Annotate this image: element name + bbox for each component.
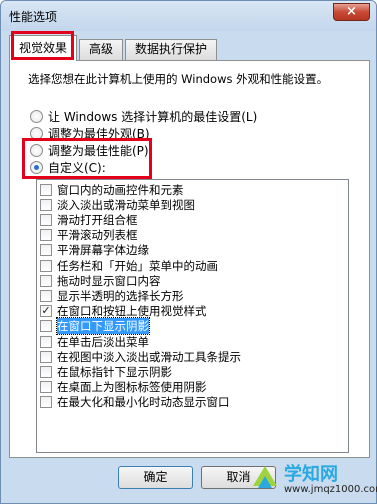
option-label: 窗口内的动画控件和元素 (57, 182, 184, 197)
tab-advanced[interactable]: 高级 (79, 39, 123, 60)
tab-strip: 视觉效果 高级 数据执行保护 (9, 35, 370, 61)
checkbox[interactable]: ✓ (40, 305, 52, 318)
radio-option[interactable]: 调整为最佳外观(B) (30, 124, 150, 142)
list-item[interactable]: 淡入淡出或滑动菜单到视图 (40, 197, 195, 212)
radio-option[interactable]: 自定义(C): (30, 158, 106, 176)
performance-options-dialog: 性能选项 × 视觉效果 高级 数据执行保护 选择您想在此计算机上使用的 Wind… (0, 0, 377, 504)
radio-button[interactable] (30, 126, 43, 140)
radio-option[interactable]: 让 Windows 选择计算机的最佳设置(L) (30, 107, 257, 125)
list-item[interactable]: 在最大化和最小化时动态显示窗口 (40, 395, 230, 410)
option-label: 在窗口下显示阴影 (56, 317, 150, 336)
ok-button[interactable]: 确定 (118, 466, 193, 489)
watermark-name: 学知网 (284, 464, 338, 485)
checkbox[interactable] (40, 381, 52, 394)
option-label: 拖动时显示窗口内容 (57, 273, 161, 288)
list-item[interactable]: 滑动打开组合框 (40, 212, 138, 227)
option-label: 在桌面上为图标标签使用阴影 (57, 380, 207, 395)
list-item[interactable]: 在单击后淡出菜单 (40, 334, 149, 349)
checkbox[interactable] (40, 229, 52, 242)
radio-button[interactable] (30, 109, 43, 123)
tab-data-execution-prevention[interactable]: 数据执行保护 (125, 39, 217, 60)
list-item[interactable]: 拖动时显示窗口内容 (40, 273, 161, 288)
list-item[interactable]: 窗口内的动画控件和元素 (40, 182, 184, 197)
checkbox[interactable] (40, 289, 52, 302)
option-label: 平滑滚动列表框 (57, 228, 138, 243)
radio-button[interactable] (30, 160, 43, 174)
option-label: 滑动打开组合框 (57, 212, 138, 227)
checkbox[interactable] (40, 183, 52, 196)
window-title: 性能选项 (9, 10, 58, 24)
option-label: 在鼠标指针下显示阴影 (57, 364, 172, 379)
checkbox[interactable] (40, 274, 52, 287)
option-label: 淡入淡出或滑动菜单到视图 (57, 197, 195, 212)
checkbox[interactable] (40, 213, 52, 226)
list-item[interactable]: 在鼠标指针下显示阴影 (40, 364, 172, 379)
panel-description: 选择您想在此计算机上使用的 Windows 外观和性能设置。 (28, 72, 329, 86)
close-button[interactable]: × (333, 3, 370, 21)
checkbox[interactable] (40, 244, 52, 257)
checkbox[interactable] (40, 320, 52, 333)
radio-label: 自定义(C): (48, 160, 106, 175)
radio-label: 调整为最佳性能(P) (48, 143, 149, 158)
list-item[interactable]: 平滑滚动列表框 (40, 228, 138, 243)
option-label: 在窗口和按钮上使用视觉样式 (57, 304, 207, 319)
list-item[interactable]: 任务栏和「开始」菜单中的动画 (40, 258, 218, 273)
visual-effects-panel: 选择您想在此计算机上使用的 Windows 外观和性能设置。 让 Windows… (9, 60, 370, 458)
checkbox[interactable] (40, 350, 52, 363)
radio-option[interactable]: 调整为最佳性能(P) (30, 141, 149, 159)
watermark-logo-icon (253, 466, 277, 488)
checkbox[interactable] (40, 335, 52, 348)
list-item[interactable]: 在视图中淡入淡出或滑动工具条提示 (40, 349, 241, 364)
list-item[interactable]: 显示半透明的选择长方形 (40, 288, 184, 303)
option-label: 平滑屏幕字体边缘 (57, 243, 149, 258)
watermark-url: www.jmqz1000.com (284, 484, 377, 495)
tab-visual-effects[interactable]: 视觉效果 (9, 35, 77, 61)
visual-effects-list[interactable]: 窗口内的动画控件和元素 淡入淡出或滑动菜单到视图 滑动打开组合框 平滑滚动列表框 平滑屏… (36, 179, 349, 453)
list-item[interactable]: 平滑屏幕字体边缘 (40, 243, 149, 258)
option-label: 任务栏和「开始」菜单中的动画 (57, 258, 218, 273)
option-label: 在单击后淡出菜单 (57, 334, 149, 349)
radio-button[interactable] (30, 143, 43, 157)
checkbox[interactable] (40, 259, 52, 272)
checkbox[interactable] (40, 396, 52, 409)
title-bar[interactable]: 性能选项 × (1, 1, 376, 31)
list-item[interactable]: ✓ 在窗口和按钮上使用视觉样式 (40, 304, 207, 319)
watermark: 学知网 www.jmqz1000.com (248, 460, 377, 500)
radio-label: 让 Windows 选择计算机的最佳设置(L) (48, 109, 258, 124)
list-item[interactable]: 在窗口下显示阴影 (40, 317, 150, 336)
list-item[interactable]: 在桌面上为图标标签使用阴影 (40, 380, 207, 395)
checkbox[interactable] (40, 198, 52, 211)
radio-label: 调整为最佳外观(B) (48, 126, 150, 141)
option-label: 在最大化和最小化时动态显示窗口 (57, 395, 230, 410)
checkbox[interactable] (40, 365, 52, 378)
option-label: 显示半透明的选择长方形 (57, 288, 184, 303)
option-label: 在视图中淡入淡出或滑动工具条提示 (57, 349, 241, 364)
